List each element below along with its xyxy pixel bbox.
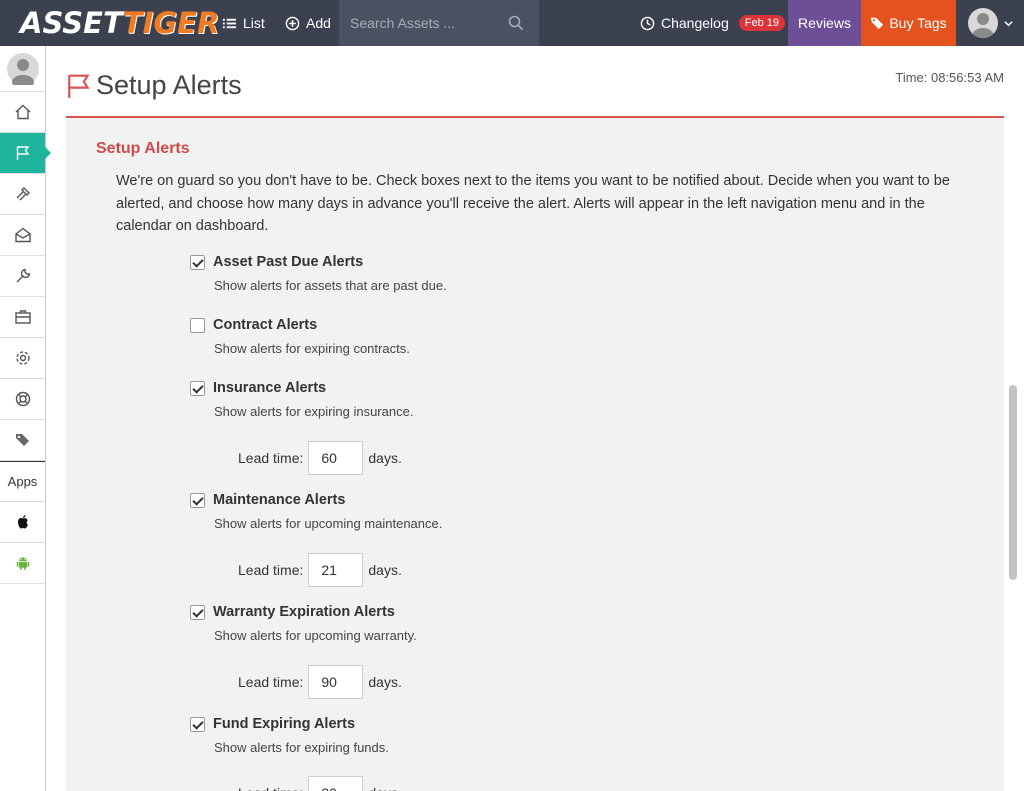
lead-time-suffix: days. — [368, 450, 402, 466]
gear-icon — [15, 351, 30, 365]
intro-text: We're on guard so you don't have to be. … — [116, 173, 950, 234]
page-header: Setup Alerts Time: 08:56:53 AM — [66, 46, 1004, 118]
home-icon — [15, 104, 30, 120]
add-label: Add — [306, 15, 331, 31]
search-input[interactable] — [339, 8, 499, 38]
list-label: List — [243, 15, 265, 31]
lead-time-label: Lead time: — [238, 562, 304, 578]
alert-description: Show alerts for expiring insurance. — [214, 404, 414, 419]
alert-contract: Contract Alerts Show alerts for expiring… — [190, 317, 410, 356]
changelog-label: Changelog — [661, 15, 729, 31]
sidebar-item-alerts[interactable] — [0, 133, 51, 174]
sidebar-item-tools[interactable] — [0, 174, 45, 215]
changelog-button[interactable]: Changelog Feb 19 — [640, 0, 785, 46]
insurance-lead-time-input[interactable] — [308, 441, 364, 475]
add-button[interactable]: Add — [285, 0, 331, 46]
alert-maintenance: Maintenance Alerts Show alerts for upcom… — [190, 492, 442, 531]
fund-lead-time: Lead time: days. — [238, 776, 402, 791]
sidebar-item-help[interactable] — [0, 379, 45, 420]
alert-warranty: Warranty Expiration Alerts Show alerts f… — [190, 604, 417, 643]
alert-label: Asset Past Due Alerts — [213, 254, 364, 270]
alert-label: Contract Alerts — [213, 317, 318, 333]
android-icon — [16, 557, 29, 570]
contract-alerts-checkbox[interactable] — [190, 317, 205, 333]
alert-description: Show alerts for expiring contracts. — [214, 341, 410, 356]
section-title: Setup Alerts — [96, 140, 190, 157]
alert-label: Warranty Expiration Alerts — [213, 604, 395, 620]
insurance-lead-time: Lead time: days. — [238, 441, 402, 475]
buy-tags-button[interactable]: Buy Tags — [861, 0, 956, 46]
lead-time-suffix: days. — [368, 674, 402, 690]
apps-label: Apps — [0, 461, 45, 502]
sidebar-item-settings[interactable] — [0, 338, 45, 379]
warranty-lead-time-input[interactable] — [308, 665, 364, 699]
lead-time-suffix: days. — [368, 562, 402, 578]
lead-time-label: Lead time: — [238, 450, 304, 466]
maintenance-alerts-checkbox[interactable] — [190, 492, 205, 508]
warranty-lead-time: Lead time: days. — [238, 665, 402, 699]
flag-icon — [68, 74, 90, 98]
sidebar-avatar[interactable] — [0, 46, 45, 92]
maintenance-lead-time: Lead time: days. — [238, 553, 402, 587]
lifebuoy-icon — [15, 391, 30, 407]
maintenance-lead-time-input[interactable] — [308, 553, 364, 587]
alert-label: Maintenance Alerts — [213, 492, 346, 508]
alert-label: Fund Expiring Alerts — [213, 716, 356, 732]
alert-description: Show alerts for upcoming maintenance. — [214, 516, 443, 531]
avatar — [967, 8, 998, 38]
search-icon[interactable] — [508, 15, 524, 31]
alert-label: Insurance Alerts — [213, 380, 327, 396]
inbox-icon — [14, 227, 31, 243]
briefcase-icon — [14, 310, 31, 324]
sidebar-item-android-app[interactable] — [0, 543, 45, 584]
alerts-panel: Setup Alerts We're on guard so you don't… — [66, 118, 1004, 791]
alert-asset-past-due: Asset Past Due Alerts Show alerts for as… — [190, 254, 447, 293]
lead-time-label: Lead time: — [238, 785, 303, 791]
user-menu[interactable] — [956, 0, 1024, 46]
tag-icon — [871, 17, 884, 30]
asset-past-due-checkbox[interactable] — [190, 254, 205, 270]
page-scrollbar[interactable] — [1009, 385, 1017, 580]
alert-fund-expiring: Fund Expiring Alerts Show alerts for exp… — [190, 716, 389, 755]
list-icon — [222, 18, 237, 28]
insurance-alerts-checkbox[interactable] — [190, 380, 205, 396]
sidebar-item-home[interactable] — [0, 92, 45, 133]
lead-time-suffix: days. — [368, 785, 401, 791]
sidebar-item-briefcase[interactable] — [0, 297, 45, 338]
search-box — [339, 0, 539, 46]
wrench-icon — [16, 268, 30, 283]
list-button[interactable]: List — [222, 0, 265, 46]
alert-description: Show alerts for expiring funds. — [214, 740, 389, 755]
user-avatar-icon — [6, 52, 39, 85]
left-sidebar: Apps — [0, 46, 51, 791]
sidebar-item-maintenance[interactable] — [0, 256, 45, 297]
sidebar-item-ios-app[interactable] — [0, 502, 45, 543]
fund-lead-time-input[interactable] — [308, 776, 364, 791]
warranty-alerts-checkbox[interactable] — [190, 604, 205, 620]
changelog-badge: Feb 19 — [738, 15, 785, 31]
fund-expiring-alerts-checkbox[interactable] — [190, 716, 205, 732]
lead-time-label: Lead time: — [238, 674, 304, 690]
alert-description: Show alerts for assets that are past due… — [214, 278, 447, 293]
top-navbar: ASSETTIGER List Add Changelog Feb 19 Rev… — [0, 0, 1024, 46]
apple-icon — [17, 515, 28, 529]
alert-insurance: Insurance Alerts Show alerts for expirin… — [190, 380, 413, 419]
tags-icon — [15, 434, 29, 446]
flag-icon — [16, 146, 29, 160]
tools-icon — [16, 187, 30, 201]
assettiger-logo[interactable]: ASSET TIGER — [20, 6, 219, 40]
current-time: Time: 08:56:53 AM — [895, 70, 1004, 85]
sidebar-item-tags[interactable] — [0, 420, 45, 461]
clock-icon — [640, 16, 655, 30]
page-title: Setup Alerts — [66, 70, 242, 101]
plus-circle-icon — [285, 16, 300, 30]
reviews-button[interactable]: Reviews — [788, 0, 861, 46]
alert-description: Show alerts for upcoming warranty. — [214, 628, 417, 643]
sidebar-item-inbox[interactable] — [0, 215, 45, 256]
chevron-down-icon — [1003, 20, 1013, 26]
